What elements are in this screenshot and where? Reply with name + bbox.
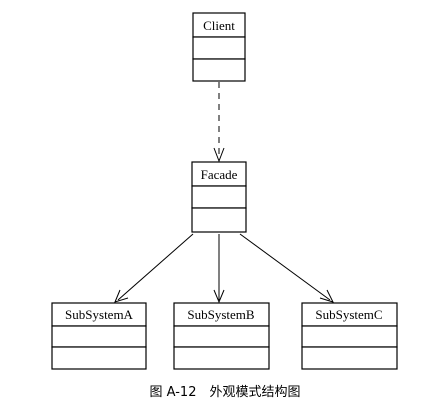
subsystem-b-class-name: SubSystemB bbox=[187, 307, 255, 322]
subsystem-c-operations-compartment bbox=[301, 346, 398, 370]
edge-facade-subsystem-c bbox=[239, 233, 334, 303]
edge-facade-subsystem-a bbox=[114, 233, 194, 303]
subsystem-c-class-name: SubSystemC bbox=[315, 307, 382, 322]
client-class-name: Client bbox=[203, 18, 235, 33]
subsystem-a-class-name: SubSystemA bbox=[65, 307, 134, 322]
class-client: Client bbox=[192, 12, 246, 82]
subsystem-a-attributes-compartment bbox=[51, 325, 147, 348]
facade-attributes-compartment bbox=[191, 185, 247, 209]
subsystem-a-operations-compartment bbox=[51, 346, 147, 370]
facade-pattern-diagram: Client Facade SubSystemA SubSystemB SubS… bbox=[51, 12, 398, 400]
facade-operations-compartment bbox=[191, 207, 247, 233]
subsystem-b-operations-compartment bbox=[173, 346, 270, 370]
edge-client-facade bbox=[213, 82, 225, 163]
subsystem-c-attributes-compartment bbox=[301, 325, 398, 348]
edge-facade-subsystem-b bbox=[213, 234, 225, 304]
subsystem-b-attributes-compartment bbox=[173, 325, 270, 348]
class-subsystem-b: SubSystemB bbox=[173, 302, 270, 370]
facade-class-name: Facade bbox=[201, 167, 238, 182]
class-subsystem-a: SubSystemA bbox=[51, 302, 147, 370]
class-subsystem-c: SubSystemC bbox=[301, 302, 398, 370]
client-attributes-compartment bbox=[192, 36, 246, 60]
figure-caption: 图 A-12 外观模式结构图 bbox=[150, 385, 301, 400]
client-operations-compartment bbox=[192, 58, 246, 82]
class-facade: Facade bbox=[191, 161, 247, 233]
